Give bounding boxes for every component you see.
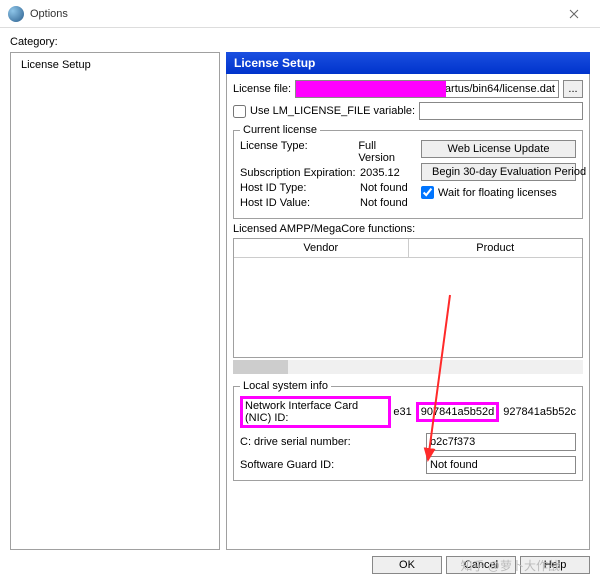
redaction-overlay <box>296 81 446 97</box>
nic-prefix: e31 <box>393 406 411 418</box>
lm-license-checkbox-label[interactable]: Use LM_LICENSE_FILE variable: <box>233 105 415 118</box>
nic-highlight-box: 907841a5b52d <box>416 402 499 422</box>
subscription-exp-label: Subscription Expiration: <box>240 167 360 179</box>
functions-hscrollbar[interactable] <box>233 360 583 374</box>
functions-label: Licensed AMPP/MegaCore functions: <box>233 223 583 235</box>
current-license-legend: Current license <box>240 124 320 136</box>
web-license-update-button[interactable]: Web License Update <box>421 140 576 158</box>
cdrive-label: C: drive serial number: <box>240 436 420 448</box>
wait-floating-label[interactable]: Wait for floating licenses <box>421 186 576 199</box>
lm-license-label-text: Use LM_LICENSE_FILE variable: <box>250 105 415 117</box>
tree-item-license-setup[interactable]: License Setup <box>17 57 213 73</box>
current-license-group: Current license License Type:Full Versio… <box>233 124 583 219</box>
license-type-value: Full Version <box>358 140 415 164</box>
functions-col-vendor[interactable]: Vendor <box>234 239 409 258</box>
nic-label: Network Interface Card (NIC) ID: <box>245 400 358 424</box>
browse-button[interactable]: ... <box>563 80 583 98</box>
host-id-type-value: Not found <box>360 182 408 194</box>
nic-suffix: 927841a5b52c <box>503 406 576 418</box>
host-id-value-label: Host ID Value: <box>240 197 360 209</box>
cancel-button[interactable]: Cancel <box>446 556 516 574</box>
wait-floating-text: Wait for floating licenses <box>438 187 557 199</box>
subscription-exp-value: 2035.12 <box>360 167 400 179</box>
license-type-label: License Type: <box>240 140 358 164</box>
functions-list[interactable]: Vendor Product <box>233 238 583 358</box>
help-button[interactable]: Help <box>520 556 590 574</box>
begin-eval-button[interactable]: Begin 30-day Evaluation Period <box>421 163 576 181</box>
local-system-info-group: Local system info Network Interface Card… <box>233 380 583 481</box>
nic-label-highlight: Network Interface Card (NIC) ID: <box>240 396 391 428</box>
category-tree: License Setup <box>10 52 220 550</box>
host-id-value-value: Not found <box>360 197 408 209</box>
lm-license-checkbox[interactable] <box>233 105 246 118</box>
sguard-input[interactable] <box>426 456 576 474</box>
host-id-type-label: Host ID Type: <box>240 182 360 194</box>
panel-title: License Setup <box>226 52 590 74</box>
scrollbar-thumb[interactable] <box>233 360 288 374</box>
nic-highlight-value: 907841a5b52d <box>421 406 494 418</box>
title-bar: Options <box>0 0 600 28</box>
category-label: Category: <box>10 36 590 48</box>
window-title: Options <box>30 8 556 20</box>
app-icon <box>8 6 24 22</box>
local-system-info-legend: Local system info <box>240 380 331 392</box>
wait-floating-checkbox[interactable] <box>421 186 434 199</box>
license-file-label: License file: <box>233 83 291 95</box>
close-button[interactable] <box>556 0 592 28</box>
sguard-label: Software Guard ID: <box>240 459 420 471</box>
lm-license-input[interactable] <box>419 102 583 120</box>
cdrive-input[interactable] <box>426 433 576 451</box>
ok-button[interactable]: OK <box>372 556 442 574</box>
functions-col-product[interactable]: Product <box>409 239 583 258</box>
close-icon <box>569 9 579 19</box>
